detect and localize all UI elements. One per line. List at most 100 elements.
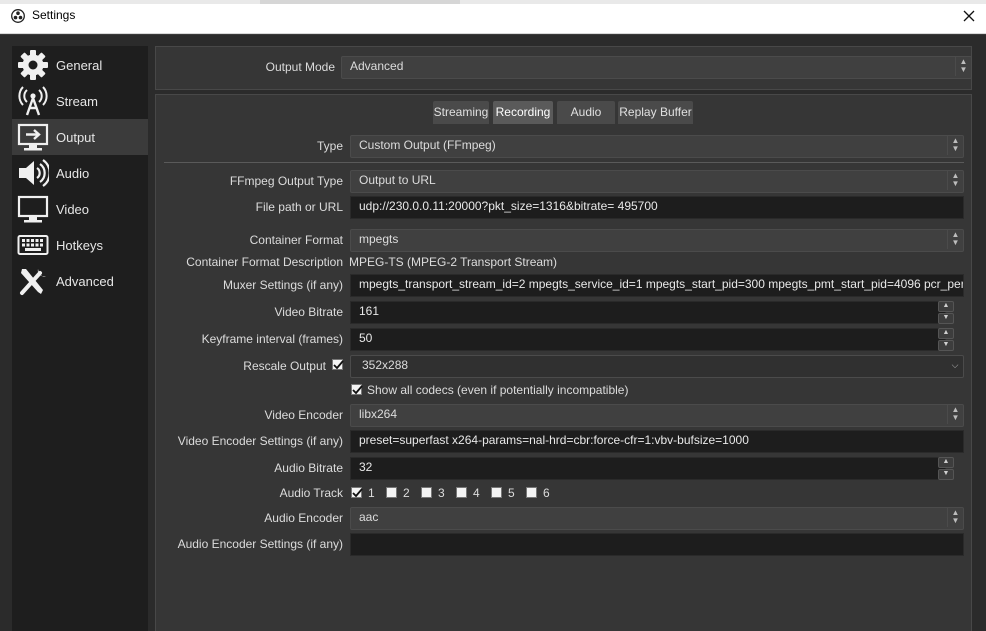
- container-format-description-label: Container Format Description: [186, 255, 343, 269]
- chevron-up-icon[interactable]: ▲: [938, 301, 954, 312]
- container-format-select[interactable]: mpegts ▲ ▼: [350, 229, 964, 252]
- audio-track-1-label: 1: [368, 486, 375, 500]
- video-encoder-select[interactable]: libx264 ▲ ▼: [350, 404, 964, 427]
- audio-track-1-checkbox[interactable]: [351, 487, 363, 498]
- sidebar-item-stream[interactable]: Stream: [12, 83, 148, 119]
- window-title: Settings: [32, 8, 76, 22]
- sidebar-item-label: Output: [56, 130, 96, 145]
- file-path-input[interactable]: udp://230.0.0.11:20000?pkt_size=1316&bit…: [350, 196, 964, 219]
- type-value: Custom Output (FFmpeg): [359, 138, 496, 152]
- chevron-up-down-icon: ▲ ▼: [947, 171, 963, 190]
- type-label: Type: [316, 139, 343, 153]
- chevron-down-icon[interactable]: ▼: [938, 340, 954, 351]
- tools-icon: [20, 269, 46, 295]
- container-format-description-value: MPEG-TS (MPEG-2 Transport Stream): [349, 255, 558, 269]
- keyframe-interval-label: Keyframe interval (frames): [201, 332, 343, 346]
- show-all-codecs-checkbox[interactable]: [351, 384, 363, 395]
- output-mode-value: Advanced: [350, 59, 404, 73]
- tab-label: Recording: [495, 105, 551, 119]
- sidebar-item-advanced[interactable]: Advanced: [12, 263, 148, 299]
- chevron-up-down-icon: ▲ ▼: [947, 405, 963, 424]
- container-format-label: Container Format: [249, 233, 343, 247]
- rescale-output-checkbox[interactable]: [332, 359, 344, 370]
- sidebar-item-video[interactable]: Video: [12, 191, 148, 227]
- sidebar-item-general[interactable]: General: [12, 47, 148, 83]
- video-bitrate-input[interactable]: 161: [350, 301, 946, 324]
- tab-label: Streaming: [433, 105, 489, 119]
- keyframe-interval-input[interactable]: 50: [350, 328, 946, 351]
- gear-icon: [18, 50, 48, 80]
- muxer-settings-label: Muxer Settings (if any): [222, 278, 343, 292]
- audio-track-5-label: 5: [508, 486, 515, 500]
- audio-bitrate-stepper[interactable]: ▲ ▼: [938, 457, 954, 480]
- keyframe-interval-stepper[interactable]: ▲ ▼: [938, 328, 954, 351]
- chevron-up-down-icon: ▲ ▼: [947, 136, 963, 155]
- sidebar-item-audio[interactable]: Audio: [12, 155, 148, 191]
- audio-track-3-label: 3: [438, 486, 445, 500]
- chevron-up-down-icon: ▲ ▼: [955, 57, 971, 76]
- audio-track-5-checkbox[interactable]: [491, 487, 502, 498]
- chevron-down-icon[interactable]: ▼: [938, 313, 954, 324]
- type-select[interactable]: Custom Output (FFmpeg) ▲ ▼: [350, 135, 964, 158]
- rescale-output-value: 352x288: [362, 358, 409, 372]
- container-format-value: mpegts: [359, 232, 399, 246]
- sidebar-item-label: General: [56, 58, 103, 73]
- keyboard-icon: [17, 235, 49, 255]
- output-mode-label: Output Mode: [265, 60, 335, 74]
- audio-track-4-label: 4: [473, 486, 480, 500]
- audio-encoder-value: aac: [359, 510, 379, 524]
- monitor-icon: [17, 195, 49, 223]
- tab-audio[interactable]: Audio: [557, 101, 615, 124]
- rescale-output-select[interactable]: 352x288 ⌵: [350, 355, 964, 378]
- muxer-settings-input[interactable]: mpegts_transport_stream_id=2 mpegts_serv…: [350, 274, 964, 297]
- sidebar-item-output[interactable]: Output: [12, 119, 148, 155]
- broadcast-antenna-icon: [18, 86, 48, 116]
- tab-replay-buffer[interactable]: Replay Buffer: [618, 101, 693, 124]
- output-monitor-icon: [17, 123, 49, 151]
- separator: [164, 162, 964, 163]
- chevron-up-icon[interactable]: ▲: [938, 457, 954, 468]
- audio-track-label: Audio Track: [279, 486, 343, 500]
- ffmpeg-output-type-select[interactable]: Output to URL ▲ ▼: [350, 170, 964, 193]
- close-icon: [963, 10, 975, 22]
- show-all-codecs-label: Show all codecs (even if potentially inc…: [367, 383, 629, 397]
- video-encoder-settings-input[interactable]: preset=superfast x264-params=nal-hrd=cbr…: [350, 430, 964, 453]
- audio-encoder-select[interactable]: aac ▲ ▼: [350, 507, 964, 530]
- audio-track-3-checkbox[interactable]: [421, 487, 432, 498]
- video-encoder-settings-label: Video Encoder Settings (if any): [177, 434, 343, 448]
- video-encoder-label: Video Encoder: [264, 408, 343, 422]
- tab-label: Audio: [570, 105, 602, 119]
- video-encoder-value: libx264: [359, 407, 398, 421]
- chevron-up-down-icon: ▲ ▼: [947, 230, 963, 249]
- chevron-down-icon: ⌵: [951, 360, 959, 370]
- chevron-up-down-icon: ▲ ▼: [947, 508, 963, 527]
- audio-encoder-settings-label: Audio Encoder Settings (if any): [177, 537, 343, 551]
- checkmark-icon: [352, 385, 363, 395]
- audio-encoder-label: Audio Encoder: [264, 511, 343, 525]
- audio-track-4-checkbox[interactable]: [456, 487, 467, 498]
- rescale-output-label: Rescale Output: [243, 359, 326, 373]
- chevron-down-icon[interactable]: ▼: [938, 469, 954, 480]
- audio-encoder-settings-input[interactable]: [350, 533, 964, 556]
- sidebar-item-label: Stream: [56, 94, 98, 109]
- audio-track-6-checkbox[interactable]: [526, 487, 537, 498]
- chevron-up-icon[interactable]: ▲: [938, 328, 954, 339]
- tab-label: Replay Buffer: [619, 105, 692, 119]
- audio-track-2-checkbox[interactable]: [386, 487, 397, 498]
- output-mode-select[interactable]: Advanced ▲ ▼: [341, 56, 972, 79]
- ffmpeg-output-type-label: FFmpeg Output Type: [229, 174, 343, 188]
- checkmark-icon: [352, 488, 363, 498]
- tab-recording[interactable]: Recording: [493, 101, 553, 124]
- audio-bitrate-input[interactable]: 32: [350, 457, 946, 480]
- obs-logo-icon: [11, 9, 25, 23]
- file-path-label: File path or URL: [255, 200, 343, 214]
- video-bitrate-label: Video Bitrate: [274, 305, 344, 319]
- title-bar: [0, 4, 986, 34]
- tab-streaming[interactable]: Streaming: [433, 101, 489, 124]
- sidebar-item-label: Audio: [56, 166, 90, 181]
- sidebar-item-label: Advanced: [56, 274, 114, 289]
- close-button[interactable]: [955, 5, 983, 27]
- sidebar-item-hotkeys[interactable]: Hotkeys: [12, 227, 148, 263]
- video-bitrate-stepper[interactable]: ▲ ▼: [938, 301, 954, 324]
- speaker-icon: [19, 159, 49, 187]
